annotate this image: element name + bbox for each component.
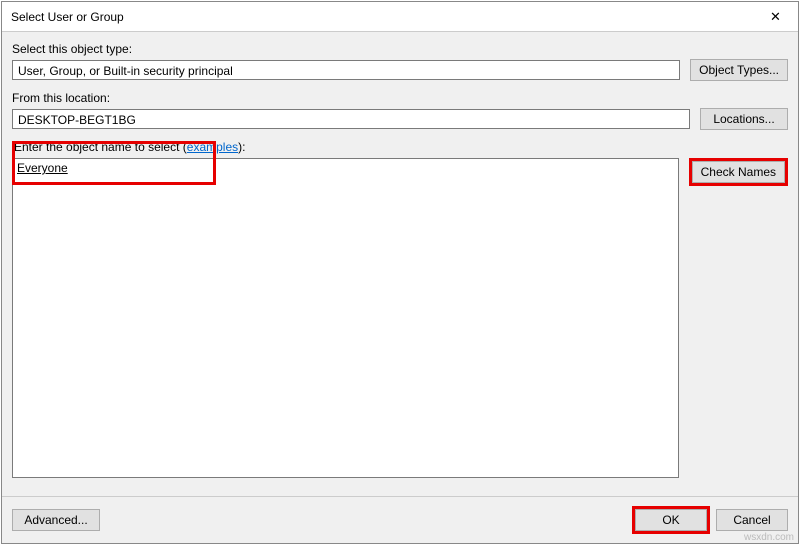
highlight-box-check-names: Check Names (689, 158, 788, 186)
object-type-row: Select this object type: User, Group, or… (12, 42, 788, 81)
object-types-button[interactable]: Object Types... (690, 59, 788, 81)
highlight-box-ok: OK (632, 506, 710, 534)
object-name-input[interactable]: Everyone (12, 158, 679, 478)
examples-link[interactable]: examples (187, 140, 238, 154)
watermark: wsxdn.com (744, 532, 794, 543)
object-type-label: Select this object type: (12, 42, 680, 56)
object-name-zone: Enter the object name to select (example… (12, 158, 679, 478)
object-name-column: Enter the object name to select (example… (12, 140, 679, 496)
check-names-button[interactable]: Check Names (692, 161, 785, 183)
titlebar: Select User or Group ✕ (2, 2, 798, 32)
object-name-label: Enter the object name to select (example… (14, 140, 245, 154)
window-title: Select User or Group (11, 10, 124, 24)
object-name-row: Enter the object name to select (example… (12, 140, 788, 496)
advanced-button[interactable]: Advanced... (12, 509, 100, 531)
object-name-value: Everyone (13, 159, 678, 177)
check-names-wrap: Check Names (689, 140, 788, 496)
ok-button[interactable]: OK (635, 509, 707, 531)
close-button[interactable]: ✕ (753, 2, 798, 32)
object-type-value: User, Group, or Built-in security princi… (12, 60, 680, 80)
location-field: From this location: DESKTOP-BEGT1BG (12, 91, 690, 129)
dialog-content: Select this object type: User, Group, or… (2, 32, 798, 496)
dialog-window: Select User or Group ✕ Select this objec… (1, 1, 799, 544)
location-value: DESKTOP-BEGT1BG (12, 109, 690, 129)
cancel-button[interactable]: Cancel (716, 509, 788, 531)
bottom-bar: Advanced... OK Cancel (2, 496, 798, 543)
locations-button[interactable]: Locations... (700, 108, 788, 130)
object-type-field: Select this object type: User, Group, or… (12, 42, 680, 80)
location-row: From this location: DESKTOP-BEGT1BG Loca… (12, 91, 788, 130)
location-label: From this location: (12, 91, 690, 105)
close-icon: ✕ (770, 9, 781, 25)
